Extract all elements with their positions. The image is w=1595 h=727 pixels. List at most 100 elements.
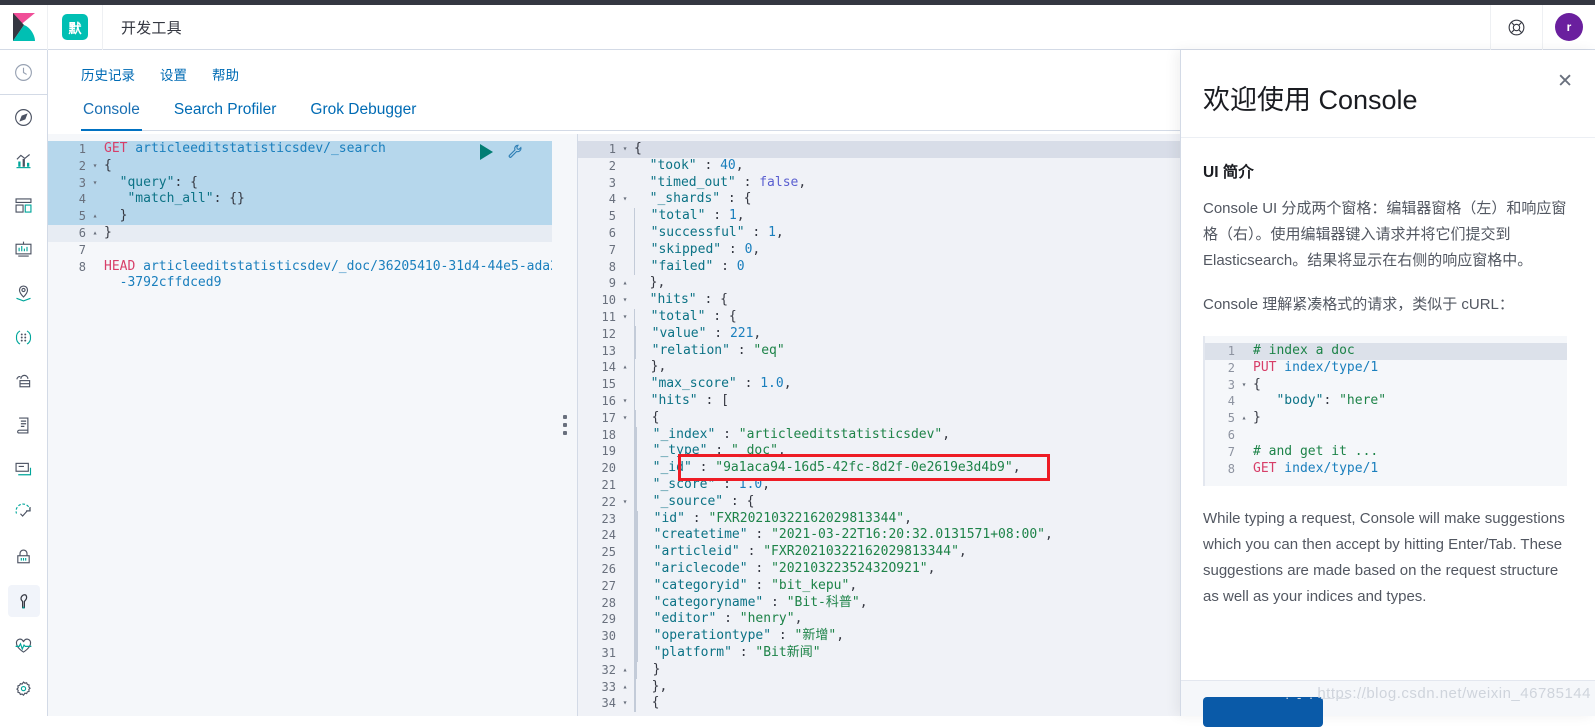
- play-triangle-icon[interactable]: [480, 143, 493, 160]
- fold-toggle-icon[interactable]: ▾: [620, 494, 630, 511]
- line-number: 16: [601, 393, 616, 408]
- token: "categoryname": [638, 594, 764, 610]
- request-editor-pane[interactable]: 1 GET articleeditstatisticsdev/_search 2 ▾{…: [48, 134, 552, 716]
- line-number: 5: [1227, 411, 1235, 426]
- token: "id": [638, 510, 685, 526]
- sidebar-item-monitoring[interactable]: [0, 623, 48, 667]
- flyout-code-sample: 1 # index a doc 2 PUT index/type/1 3 ▾{4 "bod…: [1203, 336, 1567, 487]
- line-number: 7: [78, 242, 86, 257]
- nav-link-help[interactable]: 帮助: [212, 64, 239, 84]
- sidebar-item-recent[interactable]: [0, 50, 48, 94]
- fold-toggle-icon[interactable]: ▾: [620, 410, 630, 427]
- token: "editor": [638, 611, 717, 627]
- code-line-text: "_shards" : {: [630, 191, 752, 208]
- fold-toggle-icon[interactable]: ▾: [90, 175, 100, 192]
- token: "_score": [637, 476, 716, 492]
- space-badge: 默: [62, 14, 88, 40]
- fold-toggle-icon[interactable]: ▴: [620, 662, 630, 679]
- fold-toggle-icon[interactable]: ▾: [620, 191, 630, 208]
- token: 1.0: [760, 376, 784, 392]
- fold-toggle-icon[interactable]: ▴: [90, 225, 100, 242]
- sidebar-item-visualize[interactable]: [0, 139, 48, 183]
- nav-link-history[interactable]: 历史记录: [81, 64, 135, 84]
- token: "henry": [739, 611, 795, 627]
- token: :: [747, 577, 772, 593]
- sidebar-item-discover[interactable]: [0, 95, 48, 139]
- wrench-icon[interactable]: [507, 143, 524, 160]
- line-number: 2: [608, 158, 616, 173]
- token: "Bit-科普": [786, 594, 860, 610]
- sidebar-item-devtools[interactable]: [0, 579, 48, 623]
- code-line-text: }: [630, 661, 660, 679]
- request-editor-lines[interactable]: 1 GET articleeditstatisticsdev/_search 2 ▾{…: [48, 141, 552, 292]
- fold-toggle-icon[interactable]: ▾: [620, 309, 630, 326]
- token: ,: [777, 443, 786, 459]
- line-number: 22: [601, 494, 616, 509]
- fold-toggle-icon[interactable]: ▾: [620, 695, 630, 712]
- fold-toggle-icon[interactable]: ▾: [1239, 377, 1249, 394]
- line-number: 8: [1227, 461, 1235, 476]
- token: :: [771, 628, 795, 644]
- token: "skipped": [635, 241, 722, 257]
- code-line-text: "hits" : [: [630, 392, 729, 410]
- help-menu-button[interactable]: [1490, 4, 1542, 50]
- token: :: [739, 544, 764, 560]
- token: "platform": [638, 644, 732, 660]
- code-line-text: "createtime" : "2021-03-22T16:20:32.0131…: [630, 527, 1053, 545]
- token: "9a1aca94-16d5-42fc-8d2f-0e2619e3d4b9": [715, 460, 1013, 476]
- line-number: 4: [78, 192, 86, 207]
- code-line-text: }: [100, 208, 128, 225]
- fold-toggle-icon[interactable]: ▾: [620, 292, 630, 309]
- sidebar-item-devtools-button: [7, 585, 40, 617]
- sidebar-item-canvas[interactable]: [0, 227, 48, 271]
- token: "total": [635, 308, 706, 324]
- code-line-text: "body": "here": [1249, 393, 1386, 410]
- token: : [: [697, 392, 729, 408]
- token: ,: [753, 325, 762, 341]
- token: "FXR20210322162029813344": [763, 544, 959, 560]
- sidebar-item-management[interactable]: [0, 667, 48, 711]
- token: :: [684, 510, 709, 526]
- close-icon[interactable]: ✕: [1557, 72, 1573, 91]
- sidebar-item-machine-learning[interactable]: [0, 315, 48, 359]
- fold-toggle-icon[interactable]: ▾: [620, 393, 630, 410]
- tab-grok-debugger[interactable]: Grok Debugger: [308, 101, 418, 130]
- code-line-text: },: [630, 359, 666, 377]
- token: ,: [1012, 460, 1021, 476]
- token: :: [747, 527, 772, 543]
- fold-toggle-icon[interactable]: ▴: [1239, 410, 1249, 427]
- flyout-header: 欢迎使用 Console ✕: [1181, 50, 1595, 138]
- line-number: 2: [78, 158, 86, 173]
- token: # and get it ...: [1253, 443, 1379, 459]
- sidebar-item-logs[interactable]: [0, 403, 48, 447]
- code-line-text: -3792cffdced9: [100, 275, 222, 292]
- fold-toggle-icon[interactable]: ▴: [620, 679, 630, 696]
- token: "query": [104, 174, 175, 190]
- line-number: 8: [608, 259, 616, 274]
- user-menu-button[interactable]: r: [1542, 4, 1595, 50]
- line-number: 3: [78, 175, 86, 190]
- fold-toggle-icon[interactable]: ▴: [620, 359, 630, 376]
- fold-toggle-icon[interactable]: ▴: [620, 275, 630, 292]
- nav-link-settings[interactable]: 设置: [160, 64, 187, 84]
- token: :: [705, 208, 729, 224]
- space-selector[interactable]: 默: [48, 4, 103, 50]
- code-line-text: GET index/type/1: [1249, 461, 1378, 478]
- tab-console[interactable]: Console: [81, 101, 142, 131]
- sidebar-item-infrastructure[interactable]: [0, 359, 48, 403]
- fold-toggle-icon[interactable]: ▾: [620, 141, 630, 158]
- sidebar-item-apm[interactable]: [0, 447, 48, 491]
- flyout-body: UI 简介 Console UI 分成两个窗格：编辑器窗格（左）和响应窗格（右）…: [1181, 138, 1595, 680]
- token: 1.0: [738, 476, 763, 492]
- sidebar-item-maps[interactable]: [0, 271, 48, 315]
- sidebar-item-uptime[interactable]: [0, 491, 48, 535]
- token: :: [715, 426, 739, 442]
- token: :: [713, 258, 737, 274]
- sidebar-item-siem[interactable]: [0, 535, 48, 579]
- tab-search-profiler[interactable]: Search Profiler: [172, 101, 279, 130]
- pane-splitter[interactable]: [552, 134, 578, 716]
- fold-toggle-icon[interactable]: ▴: [90, 208, 100, 225]
- fold-toggle-icon[interactable]: ▾: [90, 158, 100, 175]
- sidebar-item-dashboard[interactable]: [0, 183, 48, 227]
- kibana-logo-button[interactable]: [0, 4, 48, 50]
